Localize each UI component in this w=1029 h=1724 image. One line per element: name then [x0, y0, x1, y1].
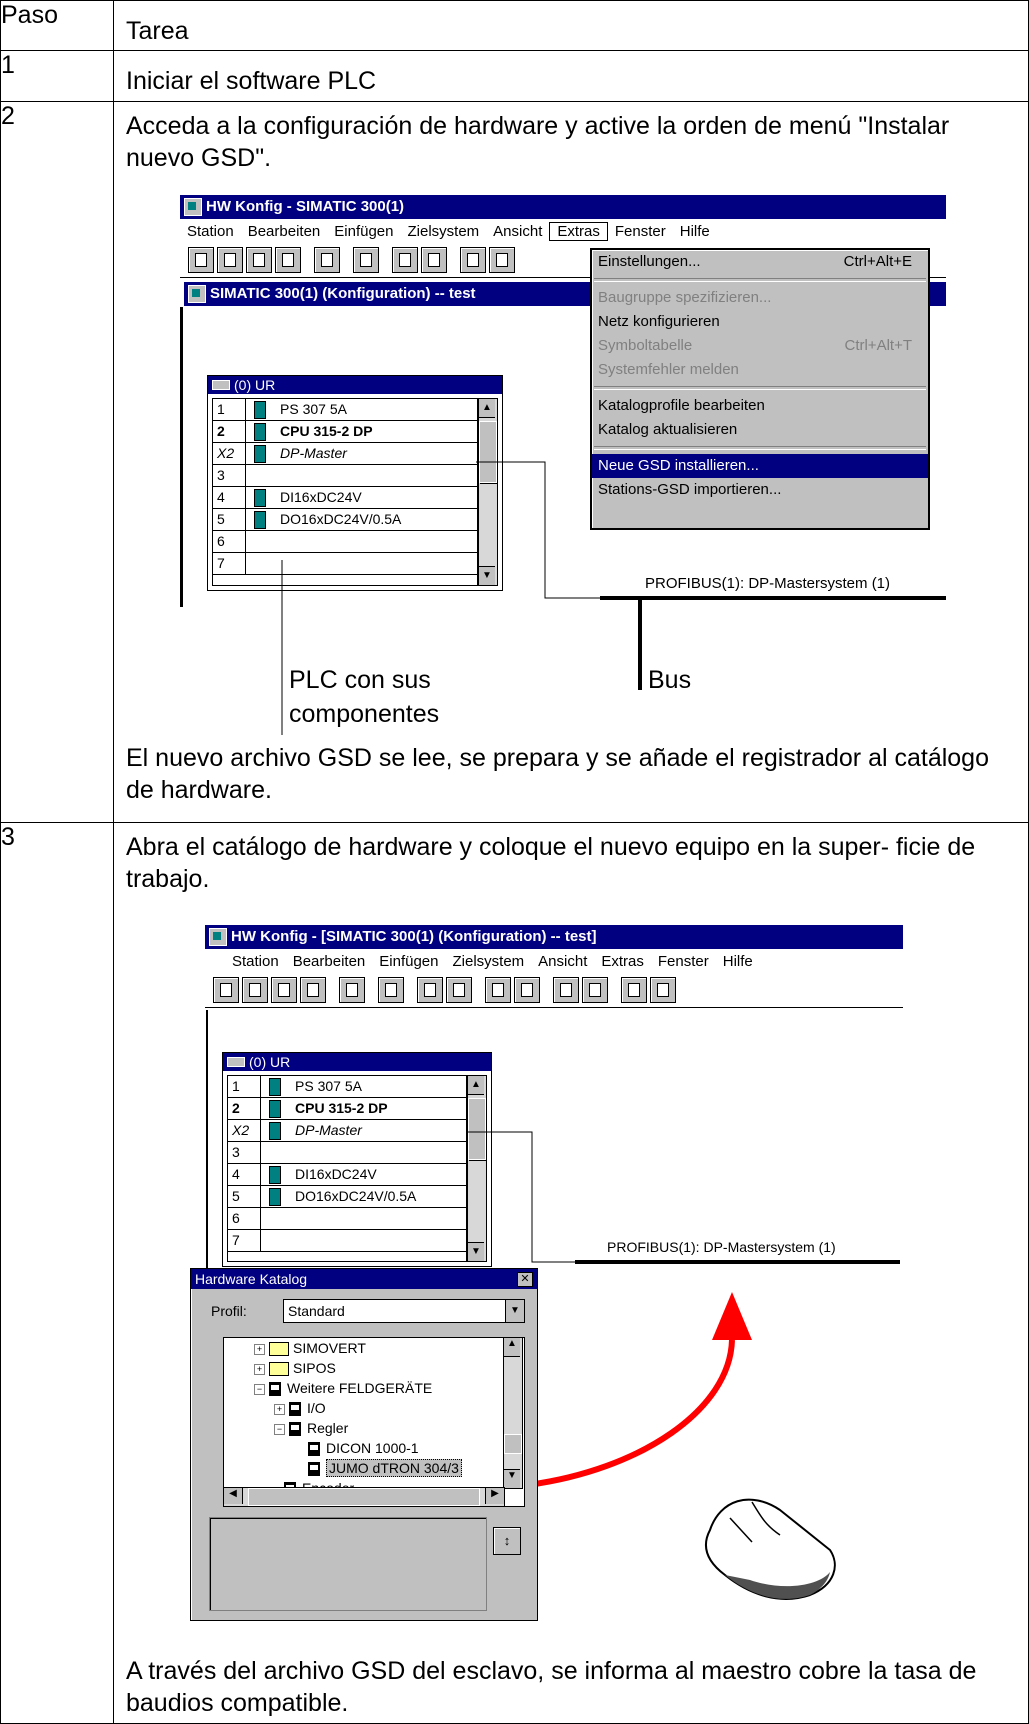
expand-icon[interactable]: + — [254, 1343, 265, 1355]
tree-label: I/O — [307, 1400, 326, 1416]
tree-item-weitere[interactable]: − Weitere FELDGERÄTE — [224, 1378, 524, 1398]
tree-item-simovert[interactable]: + SIMOVERT — [224, 1338, 524, 1358]
collapse-icon[interactable]: − — [254, 1383, 265, 1395]
device-icon — [308, 1442, 320, 1457]
tree-item-jumo[interactable]: JUMO dTRON 304/3 — [224, 1458, 524, 1478]
tree-hscrollbar[interactable]: ◀ ▶ — [223, 1487, 505, 1507]
tree-label: SIPOS — [293, 1360, 336, 1376]
tree-item-regler[interactable]: − Regler — [224, 1418, 524, 1438]
scroll-left-icon[interactable]: ◀ — [224, 1488, 243, 1504]
close-icon[interactable]: ✕ — [517, 1272, 533, 1287]
h-scroll-thumb[interactable] — [248, 1488, 480, 1506]
scroll-up-icon[interactable]: ▲ — [504, 1338, 520, 1357]
scroll-down-icon[interactable]: ▼ — [504, 1469, 520, 1488]
catalog-info-panel — [209, 1517, 487, 1611]
catalog-title: Hardware Katalog — [195, 1271, 308, 1287]
hardware-catalog-window: Hardware Katalog ✕ Profil: Standard ▼ + SIM… — [190, 1268, 538, 1621]
mouse-icon — [704, 1498, 836, 1600]
expand-icon[interactable]: + — [274, 1403, 285, 1415]
profil-select[interactable]: Standard ▼ — [283, 1299, 525, 1323]
tree-item-io[interactable]: + I/O — [224, 1398, 524, 1418]
profil-value: Standard — [288, 1303, 345, 1319]
device-icon — [289, 1422, 301, 1437]
device-icon — [269, 1382, 281, 1397]
tree-label: JUMO dTRON 304/3 — [326, 1459, 462, 1477]
tree-label: DICON 1000-1 — [326, 1440, 419, 1456]
catalog-sort-icon[interactable]: ↕ — [493, 1527, 521, 1555]
drag-arrow-head — [712, 1292, 752, 1340]
device-icon — [289, 1402, 301, 1417]
tree-vscrollbar[interactable]: ▲ ▼ — [503, 1337, 523, 1489]
master-line-2 — [466, 1131, 575, 1263]
profil-label: Profil: — [211, 1303, 247, 1319]
tree-item-dicon[interactable]: DICON 1000-1 — [224, 1438, 524, 1458]
scroll-right-icon[interactable]: ▶ — [485, 1488, 504, 1504]
tree-item-sipos[interactable]: + SIPOS — [224, 1358, 524, 1378]
device-icon — [308, 1462, 320, 1477]
scroll-thumb[interactable] — [504, 1434, 522, 1454]
catalog-tree: + SIMOVERT + SIPOS − Weitere FELDGERÄTE + I/… — [223, 1337, 525, 1507]
tree-label: Weitere FELDGERÄTE — [287, 1380, 433, 1396]
folder-icon — [269, 1362, 289, 1377]
drag-arrow-curve — [527, 1339, 735, 1488]
expand-icon[interactable]: + — [254, 1363, 265, 1375]
chevron-down-icon[interactable]: ▼ — [505, 1300, 524, 1322]
collapse-icon[interactable]: − — [274, 1423, 285, 1435]
catalog-titlebar: Hardware Katalog ✕ — [191, 1269, 537, 1289]
folder-icon — [269, 1342, 289, 1357]
tree-label: Regler — [307, 1420, 349, 1436]
tree-label: SIMOVERT — [293, 1340, 366, 1356]
bus-label-2: PROFIBUS(1): DP-Mastersystem (1) — [607, 1239, 836, 1255]
profibus-line-2 — [575, 1260, 900, 1264]
